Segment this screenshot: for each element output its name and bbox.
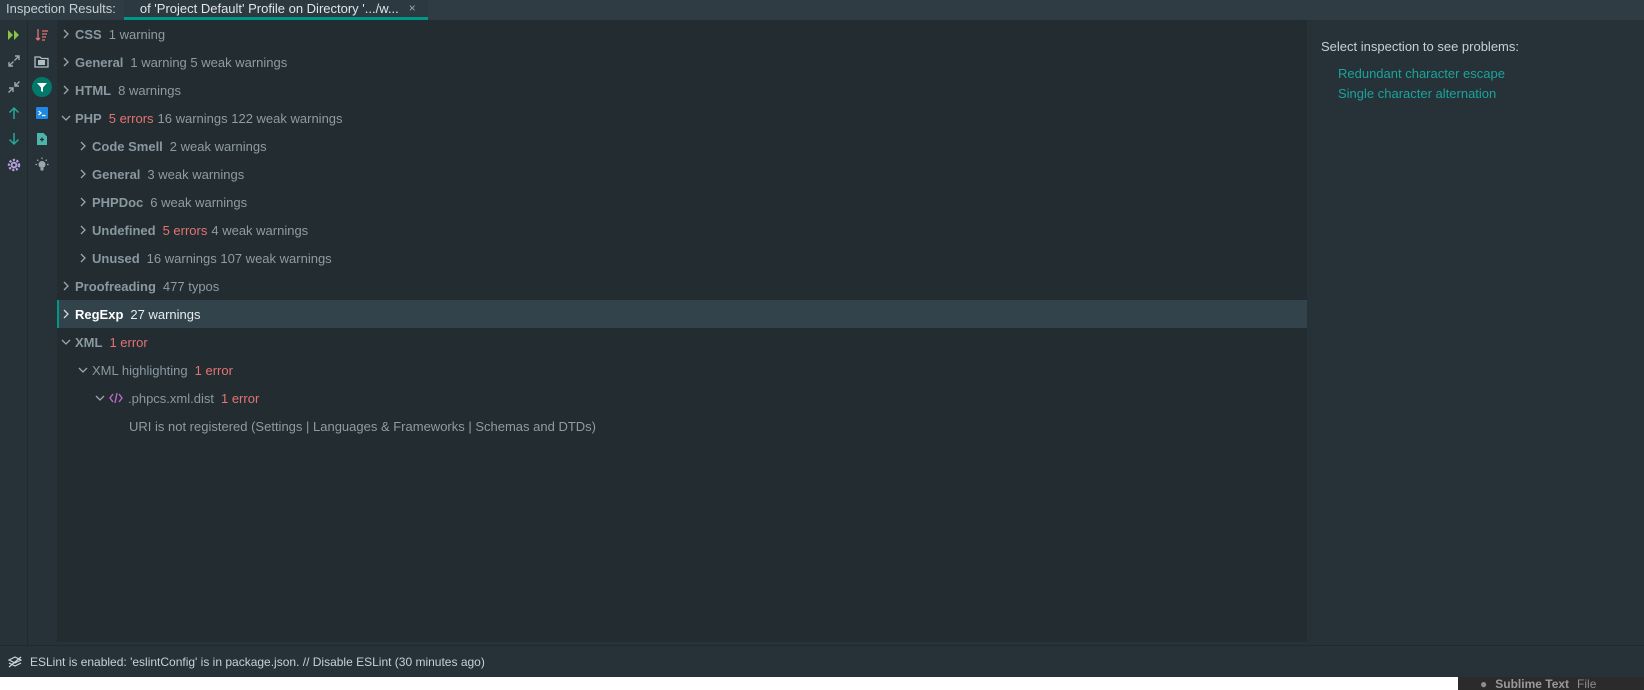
filter-icon[interactable] [28,74,55,100]
node-label: Undefined [92,222,156,238]
chevron-right-icon[interactable] [74,225,92,235]
group-by-directory-icon[interactable] [28,48,55,74]
chevron-right-icon[interactable] [74,197,92,207]
node-count: 16 warnings 122 weak warnings [157,110,343,126]
problem-message: URI is not registered (Settings | Langua… [129,418,596,434]
node-label: XML highlighting [92,362,188,378]
settings-icon[interactable] [0,152,27,178]
chevron-right-icon[interactable] [74,169,92,179]
chevron-right-icon[interactable] [57,309,75,319]
fix-icon[interactable] [28,100,55,126]
tree-node-php[interactable]: PHP 5 errors 16 warnings 122 weak warnin… [57,104,1307,132]
node-label: General [75,54,124,70]
tree-node-css[interactable]: CSS 1 warning [57,20,1307,48]
details-header: Select inspection to see problems: [1321,39,1519,54]
node-count: 2 weak warnings [169,138,267,154]
node-label: PHP [75,110,102,126]
tree-node-code-smell[interactable]: Code Smell 2 weak warnings [57,132,1307,160]
chevron-down-icon[interactable] [74,366,92,374]
chevron-down-icon[interactable] [57,338,75,346]
chevron-right-icon[interactable] [57,29,75,39]
rerun-icon[interactable] [0,22,27,48]
tree-node-undefined[interactable]: Undefined 5 errors 4 weak warnings [57,216,1307,244]
tab-bar: Inspection Results: of 'Project Default'… [0,0,1644,20]
node-count: 1 warning [108,26,166,42]
node-count: 27 warnings [130,306,201,322]
node-label: Unused [92,250,140,266]
quick-fix-bulb-icon[interactable] [28,152,55,178]
status-message[interactable]: ESLint is enabled: 'eslintConfig' is in … [30,655,485,669]
status-bar: ESLint is enabled: 'eslintConfig' is in … [0,645,1644,678]
tree-node-file[interactable]: .phpcs.xml.dist 1 error [57,384,1307,412]
tree-node-proofreading[interactable]: Proofreading 477 typos [57,272,1307,300]
node-label: RegExp [75,306,124,322]
chevron-down-icon[interactable] [57,114,75,122]
right-toolbar [28,20,55,645]
node-label: HTML [75,82,112,98]
previous-occurrence-icon[interactable] [0,100,27,126]
details-panel: Select inspection to see problems: Redun… [1308,20,1644,642]
node-error-count: 1 error [194,362,233,378]
file-menu[interactable]: File [1577,677,1596,690]
tab-label: of 'Project Default' Profile on Director… [139,1,399,16]
tree-node-php-general[interactable]: General 3 weak warnings [57,160,1307,188]
node-count: 6 weak warnings [150,194,248,210]
apple-icon[interactable]: ● [1480,677,1487,690]
inspection-link-single-alternation[interactable]: Single character alternation [1338,86,1496,101]
node-count: 4 weak warnings [211,222,309,238]
panel-title: Inspection Results: [6,1,116,16]
chevron-right-icon[interactable] [57,281,75,291]
next-occurrence-icon[interactable] [0,126,27,152]
chevron-right-icon[interactable] [74,253,92,263]
window-edge [0,677,1644,690]
node-label: General [92,166,141,182]
node-error-count: 5 errors [162,222,208,238]
tree-node-xml[interactable]: XML 1 error [57,328,1307,356]
node-label: Code Smell [92,138,163,154]
chevron-right-icon[interactable] [57,85,75,95]
node-label: XML [75,334,103,350]
node-count: 1 warning 5 weak warnings [130,54,288,70]
node-count: 3 weak warnings [147,166,245,182]
app-name[interactable]: Sublime Text [1495,677,1569,690]
left-toolbar [0,20,28,645]
node-count: 477 typos [162,278,220,294]
node-label: .phpcs.xml.dist [128,390,214,406]
tab-inspection-profile[interactable]: of 'Project Default' Profile on Director… [123,0,428,20]
problem-row[interactable]: URI is not registered (Settings | Langua… [57,412,1307,440]
node-label: PHPDoc [92,194,144,210]
xml-file-icon [109,392,123,404]
chevron-right-icon[interactable] [57,57,75,67]
os-menubar: ● Sublime Text File [1458,677,1644,690]
inspection-tree: CSS 1 warning General 1 warning 5 weak w… [57,20,1307,642]
node-label: Proofreading [75,278,156,294]
tree-node-regexp[interactable]: RegExp 27 warnings [57,300,1307,328]
chevron-down-icon[interactable] [91,394,109,402]
node-error-count: 1 error [109,334,148,350]
close-icon[interactable]: × [409,0,416,17]
tree-node-phpdoc[interactable]: PHPDoc 6 weak warnings [57,188,1307,216]
collapse-all-icon[interactable] [0,74,27,100]
tree-node-unused[interactable]: Unused 16 warnings 107 weak warnings [57,244,1307,272]
node-error-count: 5 errors [108,110,154,126]
tree-node-html[interactable]: HTML 8 warnings [57,76,1307,104]
node-error-count: 1 error [220,390,260,406]
node-count: 16 warnings 107 weak warnings [146,250,332,266]
chevron-right-icon[interactable] [74,141,92,151]
tree-node-xml-highlighting[interactable]: XML highlighting 1 error [57,356,1307,384]
group-by-severity-icon[interactable] [28,22,55,48]
eslint-status-icon[interactable] [0,656,30,668]
inspection-link-redundant-escape[interactable]: Redundant character escape [1338,66,1505,81]
expand-all-icon[interactable] [0,48,27,74]
export-icon[interactable] [28,126,55,152]
node-label: CSS [75,26,102,42]
node-count: 8 warnings [118,82,181,98]
tree-node-general[interactable]: General 1 warning 5 weak warnings [57,48,1307,76]
